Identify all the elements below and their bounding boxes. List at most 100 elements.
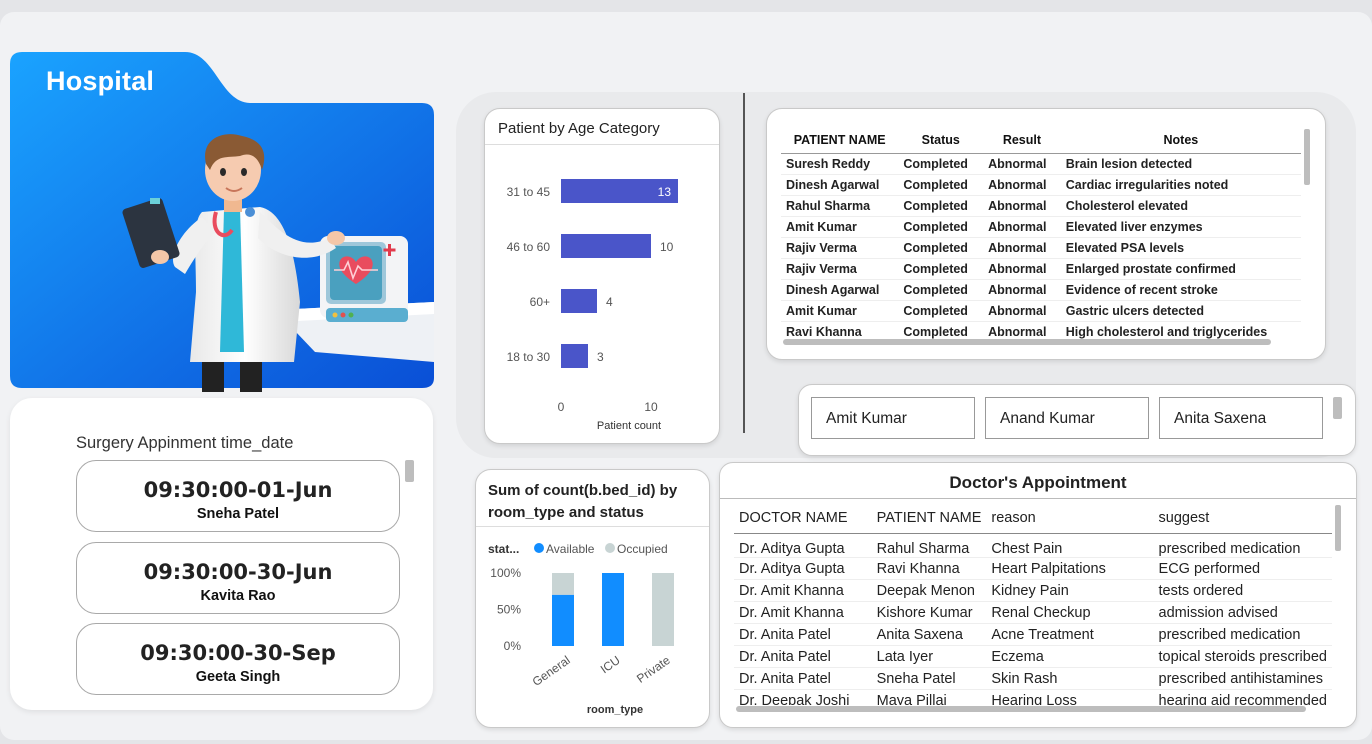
bar-segment-occupied[interactable] bbox=[652, 573, 674, 646]
bar[interactable] bbox=[561, 344, 588, 368]
table-row[interactable]: Dr. Aditya Gupta Ravi Khanna Heart Palpita… bbox=[734, 557, 1332, 580]
cell-doctor-name: Dr. Deepak Joshi bbox=[734, 689, 872, 705]
cell-notes: Elevated PSA levels bbox=[1060, 237, 1301, 259]
hero-illustration bbox=[10, 52, 434, 392]
cell-patient-name: Dinesh Agarwal bbox=[781, 174, 899, 196]
table-row[interactable]: Dr. Amit Khanna Deepak Menon Kidney Pain te… bbox=[734, 579, 1332, 602]
table-row[interactable]: Amit Kumar Completed Abnormal Gastric ulcer… bbox=[781, 300, 1301, 322]
cell-suggest: topical steroids prescribed bbox=[1153, 645, 1332, 668]
col-header-result[interactable]: Result bbox=[983, 127, 1061, 154]
doctor-table-hscrollbar[interactable] bbox=[736, 706, 1306, 712]
surgery-card[interactable]: 09:30:00-30-Jun Kavita Rao bbox=[76, 542, 400, 614]
legend-marker bbox=[534, 543, 544, 553]
cell-doctor-name: Dr. Anita Patel bbox=[734, 623, 872, 646]
table-header-row: DOCTOR NAME PATIENT NAME reason suggest bbox=[734, 503, 1332, 534]
bed-chart-svg: stat... Available Occupied 100% 50% 0% General… bbox=[488, 542, 674, 716]
cell-notes: Brain lesion detected bbox=[1060, 153, 1301, 175]
slicer-item[interactable]: Anita Saxena bbox=[1159, 397, 1323, 439]
table-row[interactable]: Amit Kumar Completed Abnormal Elevated live… bbox=[781, 216, 1301, 238]
cell-reason: Eczema bbox=[986, 645, 1154, 668]
data-label: 10 bbox=[660, 240, 674, 254]
col-header-reason[interactable]: reason bbox=[986, 503, 1154, 534]
x-axis-title: Patient count bbox=[597, 420, 661, 432]
doctor-table-vscrollbar[interactable] bbox=[1335, 505, 1341, 551]
legend-marker bbox=[605, 543, 615, 553]
surgery-time: 09:30:00-30-Sep bbox=[140, 641, 336, 665]
y-tick-label: 50% bbox=[497, 603, 521, 617]
bar-segment-occupied[interactable] bbox=[552, 573, 574, 595]
patient-table-vscrollbar[interactable] bbox=[1304, 129, 1310, 185]
bed-status-chart: Sum of count(b.bed_id) by room_type and … bbox=[475, 469, 710, 728]
surgery-patient: Geeta Singh bbox=[195, 669, 281, 685]
slicer-item[interactable]: Amit Kumar bbox=[811, 397, 975, 439]
col-header-patient-name[interactable]: PATIENT NAME bbox=[871, 503, 987, 534]
age-category-chart: Patient by Age Category 31 to 45 13 46 to … bbox=[484, 108, 720, 444]
cell-status: Completed bbox=[898, 258, 984, 280]
cell-result: Abnormal bbox=[983, 300, 1061, 322]
surgery-card[interactable]: 09:30:00-01-Jun Sneha Patel bbox=[76, 460, 400, 532]
cell-doctor-name: Dr. Amit Khanna bbox=[734, 601, 872, 624]
col-header-suggest[interactable]: suggest bbox=[1153, 503, 1332, 534]
cell-suggest: prescribed antihistamines bbox=[1153, 667, 1332, 690]
table-row[interactable]: Dr. Anita Patel Sneha Patel Skin Rash presc… bbox=[734, 667, 1332, 690]
cell-patient-name: Rahul Sharma bbox=[781, 195, 899, 217]
col-header-patient-name[interactable]: PATIENT NAME bbox=[781, 127, 899, 154]
col-header-status[interactable]: Status bbox=[898, 127, 984, 154]
cell-reason: Heart Palpitations bbox=[986, 557, 1154, 580]
slicer-item[interactable]: Anand Kumar bbox=[985, 397, 1149, 439]
cell-patient-name: Maya Pillai bbox=[871, 689, 987, 705]
bar-segment-available[interactable] bbox=[602, 573, 624, 646]
cell-patient-name: Rahul Sharma bbox=[871, 533, 987, 558]
x-tick-label: ICU bbox=[598, 653, 623, 676]
legend-item[interactable]: Available bbox=[546, 542, 595, 556]
cell-notes: Gastric ulcers detected bbox=[1060, 300, 1301, 322]
x-tick-label: 10 bbox=[644, 400, 658, 414]
cell-doctor-name: Dr. Anita Patel bbox=[734, 667, 872, 690]
table-row[interactable]: Dr. Deepak Joshi Maya Pillai Hearing Loss h… bbox=[734, 689, 1332, 705]
table-row[interactable]: Dr. Aditya Gupta Rahul Sharma Chest Pain pr… bbox=[734, 533, 1332, 558]
surgery-card[interactable]: 09:30:00-30-Sep Geeta Singh bbox=[76, 623, 400, 695]
y-tick-label: 0% bbox=[504, 639, 522, 653]
surgery-title: Surgery Appinment time_date bbox=[76, 434, 294, 452]
bar[interactable] bbox=[561, 289, 597, 313]
table-row[interactable]: Dr. Anita Patel Lata Iyer Eczema topical st… bbox=[734, 645, 1332, 668]
table-row[interactable]: Suresh Reddy Completed Abnormal Brain lesio… bbox=[781, 153, 1301, 175]
cell-notes: Cholesterol elevated bbox=[1060, 195, 1301, 217]
cell-reason: Skin Rash bbox=[986, 667, 1154, 690]
slicer-scrollbar[interactable] bbox=[1333, 397, 1342, 419]
x-tick-label: 0 bbox=[558, 400, 565, 414]
table-header-row: PATIENT NAME Status Result Notes bbox=[781, 127, 1301, 154]
cell-patient-name: Ravi Khanna bbox=[871, 557, 987, 580]
cell-reason: Kidney Pain bbox=[986, 579, 1154, 602]
legend-item[interactable]: Occupied bbox=[617, 542, 668, 556]
table-row[interactable]: Dr. Anita Patel Anita Saxena Acne Treatmen… bbox=[734, 623, 1332, 646]
bar[interactable] bbox=[561, 234, 651, 258]
table-row[interactable]: Dinesh Agarwal Completed Abnormal Evidence … bbox=[781, 279, 1301, 301]
table-row[interactable]: Rahul Sharma Completed Abnormal Cholesterol… bbox=[781, 195, 1301, 217]
table-row[interactable]: Dinesh Agarwal Completed Abnormal Cardiac i… bbox=[781, 174, 1301, 196]
surgery-scrollbar[interactable] bbox=[405, 460, 414, 482]
x-axis-title: room_type bbox=[587, 704, 643, 716]
cell-reason: Acne Treatment bbox=[986, 623, 1154, 646]
table-row[interactable]: Rajiv Verma Completed Abnormal Enlarged pro… bbox=[781, 258, 1301, 280]
table-row[interactable]: Dr. Amit Khanna Kishore Kumar Renal Checku… bbox=[734, 601, 1332, 624]
table-row[interactable]: Rajiv Verma Completed Abnormal Elevated PSA… bbox=[781, 237, 1301, 259]
patient-table-hscrollbar[interactable] bbox=[783, 339, 1271, 345]
col-header-doctor-name[interactable]: DOCTOR NAME bbox=[734, 503, 872, 534]
cell-suggest: hearing aid recommended bbox=[1153, 689, 1332, 705]
doctor-table: DOCTOR NAME PATIENT NAME reason suggest … bbox=[734, 503, 1332, 705]
cell-doctor-name: Dr. Aditya Gupta bbox=[734, 533, 872, 558]
patient-results-table: PATIENT NAME Status Result Notes Suresh … bbox=[766, 108, 1326, 360]
x-tick-label: General bbox=[530, 653, 573, 689]
data-label: 3 bbox=[597, 350, 604, 364]
cell-patient-name: Anita Saxena bbox=[871, 623, 987, 646]
cell-reason: Chest Pain bbox=[986, 533, 1154, 558]
patient-table-viewport: PATIENT NAME Status Result Notes Suresh … bbox=[767, 109, 1307, 341]
cell-reason: Renal Checkup bbox=[986, 601, 1154, 624]
patient-slicer: Amit Kumar Anand Kumar Anita Saxena bbox=[798, 384, 1356, 456]
cell-status: Completed bbox=[898, 153, 984, 175]
cell-doctor-name: Dr. Anita Patel bbox=[734, 645, 872, 668]
data-label: 13 bbox=[658, 185, 672, 199]
bar-segment-available[interactable] bbox=[552, 594, 574, 646]
col-header-notes[interactable]: Notes bbox=[1060, 127, 1301, 154]
